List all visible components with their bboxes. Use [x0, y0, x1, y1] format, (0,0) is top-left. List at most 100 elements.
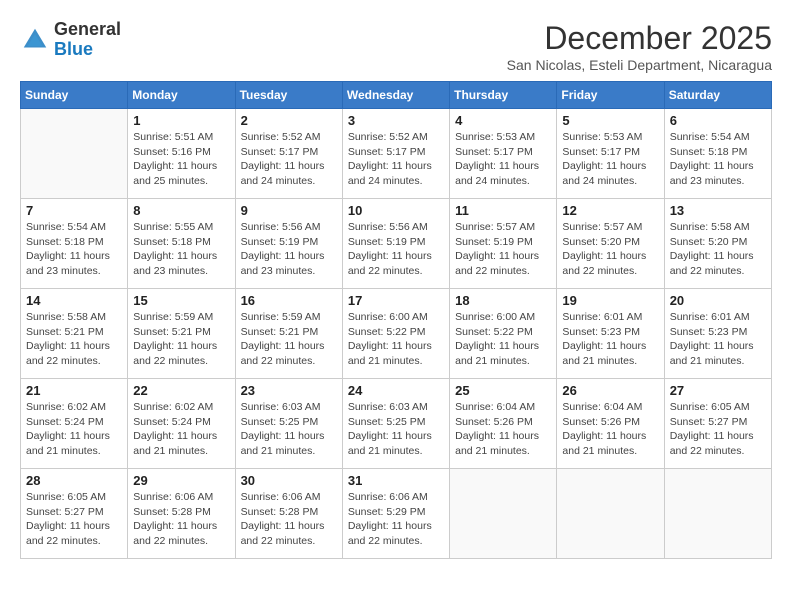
day-number: 3	[348, 113, 444, 128]
calendar-cell: 27Sunrise: 6:05 AM Sunset: 5:27 PM Dayli…	[664, 379, 771, 469]
calendar-cell: 19 Sunrise: 6:01 AM Sunset: 5:23 PM Dayli…	[557, 289, 664, 379]
calendar-cell: 2 Sunrise: 5:52 AM Sunset: 5:17 PM Daylig…	[235, 109, 342, 199]
calendar-cell	[664, 469, 771, 559]
calendar-cell: 26 Sunrise: 6:04 AM Sunset: 5:26 PM Dayli…	[557, 379, 664, 469]
day-info: Sunrise: 5:59 AM Sunset: 5:21 PM Dayligh…	[241, 310, 337, 369]
calendar-cell: 21Sunrise: 6:02 AM Sunset: 5:24 PM Dayli…	[21, 379, 128, 469]
calendar-cell: 28 Sunrise: 6:05 AM Sunset: 5:27 PM Dayli…	[21, 469, 128, 559]
day-info: Sunrise: 5:53 AM Sunset: 5:17 PM Dayligh…	[562, 130, 658, 189]
day-info: Sunrise: 6:03 AM Sunset: 5:25 PM Dayligh…	[241, 400, 337, 459]
day-number: 23	[241, 383, 337, 398]
calendar-cell: 13Sunrise: 5:58 AM Sunset: 5:20 PM Dayli…	[664, 199, 771, 289]
calendar-cell	[557, 469, 664, 559]
day-number: 17	[348, 293, 444, 308]
calendar-cell: 4Sunrise: 5:53 AM Sunset: 5:17 PM Daylig…	[450, 109, 557, 199]
calendar-cell	[450, 469, 557, 559]
page-header: General Blue December 2025 San Nicolas, …	[20, 20, 772, 73]
day-number: 14	[26, 293, 122, 308]
day-info: Sunrise: 5:59 AM Sunset: 5:21 PM Dayligh…	[133, 310, 229, 369]
day-info: Sunrise: 5:54 AM Sunset: 5:18 PM Dayligh…	[26, 220, 122, 279]
day-info: Sunrise: 6:01 AM Sunset: 5:23 PM Dayligh…	[670, 310, 766, 369]
column-header-monday: Monday	[128, 82, 235, 109]
day-info: Sunrise: 6:06 AM Sunset: 5:28 PM Dayligh…	[133, 490, 229, 549]
day-number: 31	[348, 473, 444, 488]
calendar-cell: 24Sunrise: 6:03 AM Sunset: 5:25 PM Dayli…	[342, 379, 449, 469]
day-number: 29	[133, 473, 229, 488]
logo-text: General Blue	[54, 20, 121, 60]
column-header-friday: Friday	[557, 82, 664, 109]
calendar-cell: 10 Sunrise: 5:56 AM Sunset: 5:19 PM Dayli…	[342, 199, 449, 289]
day-number: 25	[455, 383, 551, 398]
day-number: 6	[670, 113, 766, 128]
day-info: Sunrise: 5:54 AM Sunset: 5:18 PM Dayligh…	[670, 130, 766, 189]
logo-blue: Blue	[54, 39, 93, 59]
day-info: Sunrise: 5:56 AM Sunset: 5:19 PM Dayligh…	[241, 220, 337, 279]
day-number: 5	[562, 113, 658, 128]
calendar-cell	[21, 109, 128, 199]
month-title: December 2025	[507, 20, 772, 57]
calendar-cell: 8 Sunrise: 5:55 AM Sunset: 5:18 PM Daylig…	[128, 199, 235, 289]
calendar-cell: 14Sunrise: 5:58 AM Sunset: 5:21 PM Dayli…	[21, 289, 128, 379]
day-number: 20	[670, 293, 766, 308]
calendar-week-3: 14Sunrise: 5:58 AM Sunset: 5:21 PM Dayli…	[21, 289, 772, 379]
day-info: Sunrise: 6:06 AM Sunset: 5:29 PM Dayligh…	[348, 490, 444, 549]
day-info: Sunrise: 6:03 AM Sunset: 5:25 PM Dayligh…	[348, 400, 444, 459]
day-info: Sunrise: 6:05 AM Sunset: 5:27 PM Dayligh…	[670, 400, 766, 459]
day-number: 19	[562, 293, 658, 308]
day-info: Sunrise: 5:51 AM Sunset: 5:16 PM Dayligh…	[133, 130, 229, 189]
logo: General Blue	[20, 20, 121, 60]
calendar-table: SundayMondayTuesdayWednesdayThursdayFrid…	[20, 81, 772, 559]
day-number: 12	[562, 203, 658, 218]
calendar-cell: 5 Sunrise: 5:53 AM Sunset: 5:17 PM Daylig…	[557, 109, 664, 199]
day-info: Sunrise: 5:56 AM Sunset: 5:19 PM Dayligh…	[348, 220, 444, 279]
day-info: Sunrise: 6:04 AM Sunset: 5:26 PM Dayligh…	[455, 400, 551, 459]
calendar-cell: 9 Sunrise: 5:56 AM Sunset: 5:19 PM Daylig…	[235, 199, 342, 289]
day-info: Sunrise: 6:04 AM Sunset: 5:26 PM Dayligh…	[562, 400, 658, 459]
day-info: Sunrise: 6:00 AM Sunset: 5:22 PM Dayligh…	[348, 310, 444, 369]
day-number: 15	[133, 293, 229, 308]
day-number: 9	[241, 203, 337, 218]
day-number: 8	[133, 203, 229, 218]
logo-general: General	[54, 19, 121, 39]
column-header-wednesday: Wednesday	[342, 82, 449, 109]
day-number: 28	[26, 473, 122, 488]
day-number: 10	[348, 203, 444, 218]
calendar-cell: 17 Sunrise: 6:00 AM Sunset: 5:22 PM Dayli…	[342, 289, 449, 379]
title-section: December 2025 San Nicolas, Esteli Depart…	[507, 20, 772, 73]
day-number: 22	[133, 383, 229, 398]
day-number: 11	[455, 203, 551, 218]
day-info: Sunrise: 6:05 AM Sunset: 5:27 PM Dayligh…	[26, 490, 122, 549]
calendar-cell: 18Sunrise: 6:00 AM Sunset: 5:22 PM Dayli…	[450, 289, 557, 379]
calendar-header-row: SundayMondayTuesdayWednesdayThursdayFrid…	[21, 82, 772, 109]
day-number: 1	[133, 113, 229, 128]
calendar-cell: 1 Sunrise: 5:51 AM Sunset: 5:16 PM Daylig…	[128, 109, 235, 199]
day-info: Sunrise: 6:01 AM Sunset: 5:23 PM Dayligh…	[562, 310, 658, 369]
calendar-cell: 6 Sunrise: 5:54 AM Sunset: 5:18 PM Daylig…	[664, 109, 771, 199]
day-info: Sunrise: 6:02 AM Sunset: 5:24 PM Dayligh…	[26, 400, 122, 459]
day-info: Sunrise: 6:06 AM Sunset: 5:28 PM Dayligh…	[241, 490, 337, 549]
calendar-week-5: 28 Sunrise: 6:05 AM Sunset: 5:27 PM Dayli…	[21, 469, 772, 559]
day-number: 30	[241, 473, 337, 488]
calendar-cell: 23 Sunrise: 6:03 AM Sunset: 5:25 PM Dayli…	[235, 379, 342, 469]
calendar-week-4: 21Sunrise: 6:02 AM Sunset: 5:24 PM Dayli…	[21, 379, 772, 469]
calendar-cell: 7Sunrise: 5:54 AM Sunset: 5:18 PM Daylig…	[21, 199, 128, 289]
day-number: 16	[241, 293, 337, 308]
calendar-cell: 15 Sunrise: 5:59 AM Sunset: 5:21 PM Dayli…	[128, 289, 235, 379]
day-info: Sunrise: 5:53 AM Sunset: 5:17 PM Dayligh…	[455, 130, 551, 189]
column-header-sunday: Sunday	[21, 82, 128, 109]
calendar-cell: 12 Sunrise: 5:57 AM Sunset: 5:20 PM Dayli…	[557, 199, 664, 289]
calendar-cell: 16 Sunrise: 5:59 AM Sunset: 5:21 PM Dayli…	[235, 289, 342, 379]
calendar-cell: 11Sunrise: 5:57 AM Sunset: 5:19 PM Dayli…	[450, 199, 557, 289]
day-info: Sunrise: 6:00 AM Sunset: 5:22 PM Dayligh…	[455, 310, 551, 369]
calendar-cell: 31 Sunrise: 6:06 AM Sunset: 5:29 PM Dayli…	[342, 469, 449, 559]
day-info: Sunrise: 6:02 AM Sunset: 5:24 PM Dayligh…	[133, 400, 229, 459]
calendar-cell: 20 Sunrise: 6:01 AM Sunset: 5:23 PM Dayli…	[664, 289, 771, 379]
calendar-cell: 29 Sunrise: 6:06 AM Sunset: 5:28 PM Dayli…	[128, 469, 235, 559]
day-info: Sunrise: 5:57 AM Sunset: 5:20 PM Dayligh…	[562, 220, 658, 279]
logo-icon	[20, 25, 50, 55]
day-info: Sunrise: 5:52 AM Sunset: 5:17 PM Dayligh…	[241, 130, 337, 189]
day-number: 26	[562, 383, 658, 398]
calendar-cell: 22 Sunrise: 6:02 AM Sunset: 5:24 PM Dayli…	[128, 379, 235, 469]
day-number: 2	[241, 113, 337, 128]
day-info: Sunrise: 5:55 AM Sunset: 5:18 PM Dayligh…	[133, 220, 229, 279]
